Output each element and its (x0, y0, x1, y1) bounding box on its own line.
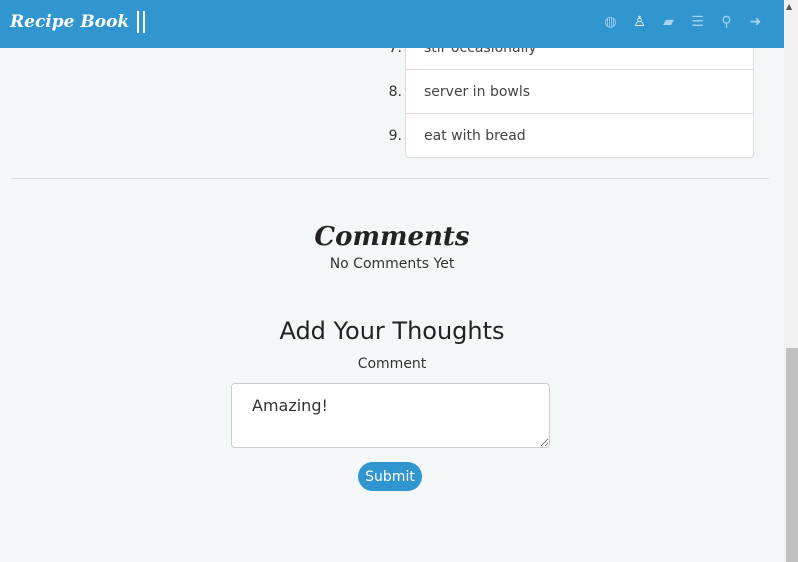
step-number: 8. (388, 84, 402, 100)
no-comments-text: No Comments Yet (329, 256, 455, 272)
step-number: 9. (388, 128, 402, 144)
user-icon[interactable]: ♙ (631, 14, 648, 31)
list-item: 8. server in bowls (380, 70, 754, 114)
rolling-pin-icon (137, 11, 146, 33)
search-icon[interactable]: ⚲ (718, 14, 735, 31)
step-text: server in bowls (405, 70, 754, 114)
globe-icon[interactable]: ◍ (602, 14, 619, 31)
add-thoughts-title: Add Your Thoughts (279, 317, 505, 345)
list-icon[interactable]: ☰ (689, 14, 706, 31)
scroll-up-arrow-icon[interactable]: ▲ (786, 2, 792, 11)
sign-out-icon[interactable]: ➜ (747, 14, 764, 31)
brand-name: Recipe Book (10, 12, 130, 32)
list-item: 9. eat with bread (380, 114, 754, 158)
comments-title: Comments (314, 222, 470, 252)
scrollbar-thumb[interactable] (786, 348, 798, 562)
comment-input[interactable]: Amazing! (231, 383, 550, 448)
step-text: eat with bread (405, 114, 754, 158)
folder-plus-icon[interactable]: ▰ (660, 14, 677, 31)
comment-label: Comment (357, 356, 427, 372)
navbar: Recipe Book ◍ ♙ ▰ ☰ ⚲ ➜ (0, 0, 784, 48)
brand-link[interactable]: Recipe Book (10, 11, 146, 33)
divider (11, 178, 769, 179)
submit-button[interactable]: Submit (358, 462, 422, 491)
